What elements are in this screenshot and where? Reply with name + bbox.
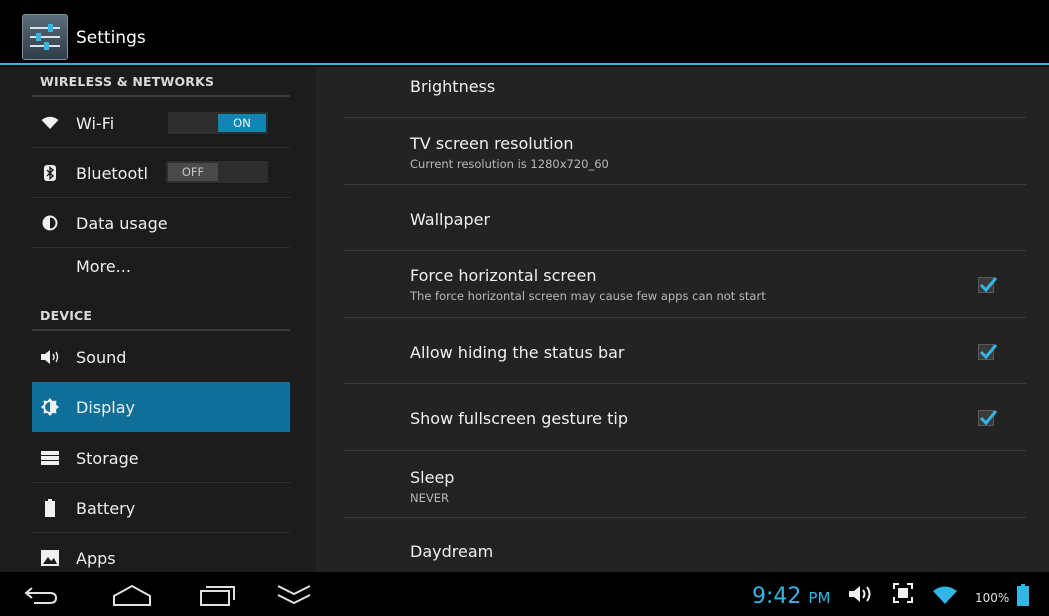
pref-title: Wallpaper	[410, 210, 491, 229]
settings-sliders-icon[interactable]	[22, 14, 68, 60]
checkmark-icon	[979, 410, 998, 426]
toggle-knob: OFF	[168, 163, 218, 181]
sound-icon	[40, 347, 60, 367]
section-header-wireless: WIRELESS & NETWORKS	[40, 74, 215, 89]
clock-time: 9:42	[752, 584, 802, 609]
screenshot-icon[interactable]	[892, 582, 914, 608]
system-bar: 9:42 PM 100%	[0, 572, 1049, 616]
status-clock[interactable]: 9:42 PM	[752, 584, 830, 609]
sidebar-item-label: Battery	[76, 498, 136, 518]
pref-brightness[interactable]: Brightness	[344, 67, 1026, 118]
section-header-device: DEVICE	[40, 308, 93, 323]
back-icon[interactable]	[20, 580, 64, 610]
pref-summary: The force horizontal screen may cause fe…	[410, 289, 766, 303]
volume-icon[interactable]	[848, 584, 876, 608]
clock-ampm: PM	[808, 589, 831, 607]
battery-percent: 100%	[975, 591, 1010, 605]
bluetooth-icon	[40, 163, 60, 183]
sidebar-item-data-usage[interactable]: Data usage	[32, 198, 290, 248]
pref-title: TV screen resolution	[410, 134, 574, 153]
app-title: Settings	[76, 28, 146, 48]
pref-title: Force horizontal screen	[410, 266, 597, 285]
sidebar-item-more[interactable]: More...	[32, 248, 290, 294]
force-horizontal-checkbox[interactable]	[978, 277, 998, 293]
wifi-toggle[interactable]: ON	[167, 111, 269, 135]
apps-icon	[40, 548, 60, 568]
checkmark-icon	[979, 344, 998, 360]
pref-tv-resolution[interactable]: TV screen resolution Current resolution …	[344, 118, 1026, 185]
hide-bar-icon[interactable]	[272, 580, 316, 610]
pref-summary: NEVER	[410, 491, 449, 505]
sidebar-item-label: Apps	[76, 548, 116, 568]
sidebar-item-label: Display	[76, 397, 135, 417]
sidebar-item-label: Wi-Fi	[76, 113, 115, 133]
storage-icon	[40, 448, 60, 468]
pref-force-horizontal[interactable]: Force horizontal screen The force horizo…	[344, 251, 1026, 318]
sidebar-item-label: Data usage	[76, 213, 168, 233]
action-bar: Settings	[0, 0, 1049, 65]
sidebar-item-wifi[interactable]: Wi-Fi ON	[32, 98, 290, 148]
sidebar-item-label: Storage	[76, 448, 139, 468]
pref-title: Sleep	[410, 468, 455, 487]
home-icon[interactable]	[110, 580, 154, 610]
pref-title: Show fullscreen gesture tip	[410, 409, 628, 428]
pref-title: Brightness	[410, 77, 496, 96]
pref-summary: Current resolution is 1280x720_60	[410, 157, 609, 171]
checkmark-icon	[979, 277, 998, 293]
sidebar-item-label: Bluetootl	[76, 163, 148, 183]
pref-title: Allow hiding the status bar	[410, 343, 625, 362]
sidebar-item-bluetooth[interactable]: Bluetootl OFF	[32, 148, 290, 198]
pref-sleep[interactable]: Sleep NEVER	[344, 451, 1026, 518]
pref-wallpaper[interactable]: Wallpaper	[344, 185, 1026, 251]
section-divider	[32, 95, 290, 97]
sidebar-item-label: More...	[76, 257, 131, 276]
fullscreen-gesture-tip-checkbox[interactable]	[978, 410, 998, 426]
section-divider	[32, 329, 290, 331]
allow-hiding-status-bar-checkbox[interactable]	[978, 344, 998, 360]
battery-icon	[40, 498, 60, 518]
display-settings-list: Brightness TV screen resolution Current …	[316, 67, 1049, 572]
sidebar-item-label: Sound	[76, 347, 127, 367]
bluetooth-toggle[interactable]: OFF	[165, 160, 269, 184]
settings-sidebar: WIRELESS & NETWORKS Wi-Fi ON Bluetootl O…	[0, 67, 316, 572]
toggle-knob: ON	[218, 114, 266, 132]
pref-title: Daydream	[410, 542, 494, 561]
pref-fullscreen-gesture-tip[interactable]: Show fullscreen gesture tip	[344, 384, 1026, 451]
display-icon	[40, 397, 60, 417]
wifi-signal-icon	[932, 585, 958, 609]
data-usage-icon	[40, 213, 60, 233]
pref-daydream[interactable]: Daydream	[344, 518, 1026, 572]
recent-apps-icon[interactable]	[196, 580, 240, 610]
wifi-icon	[40, 113, 60, 133]
sidebar-item-display[interactable]: Display	[32, 382, 290, 432]
sidebar-item-storage[interactable]: Storage	[32, 433, 290, 483]
sidebar-item-battery[interactable]: Battery	[32, 483, 290, 533]
pref-allow-hiding-status-bar[interactable]: Allow hiding the status bar	[344, 318, 1026, 384]
action-bar-accent-line	[0, 63, 1049, 65]
sidebar-item-sound[interactable]: Sound	[32, 332, 290, 382]
battery-icon	[1017, 584, 1029, 610]
